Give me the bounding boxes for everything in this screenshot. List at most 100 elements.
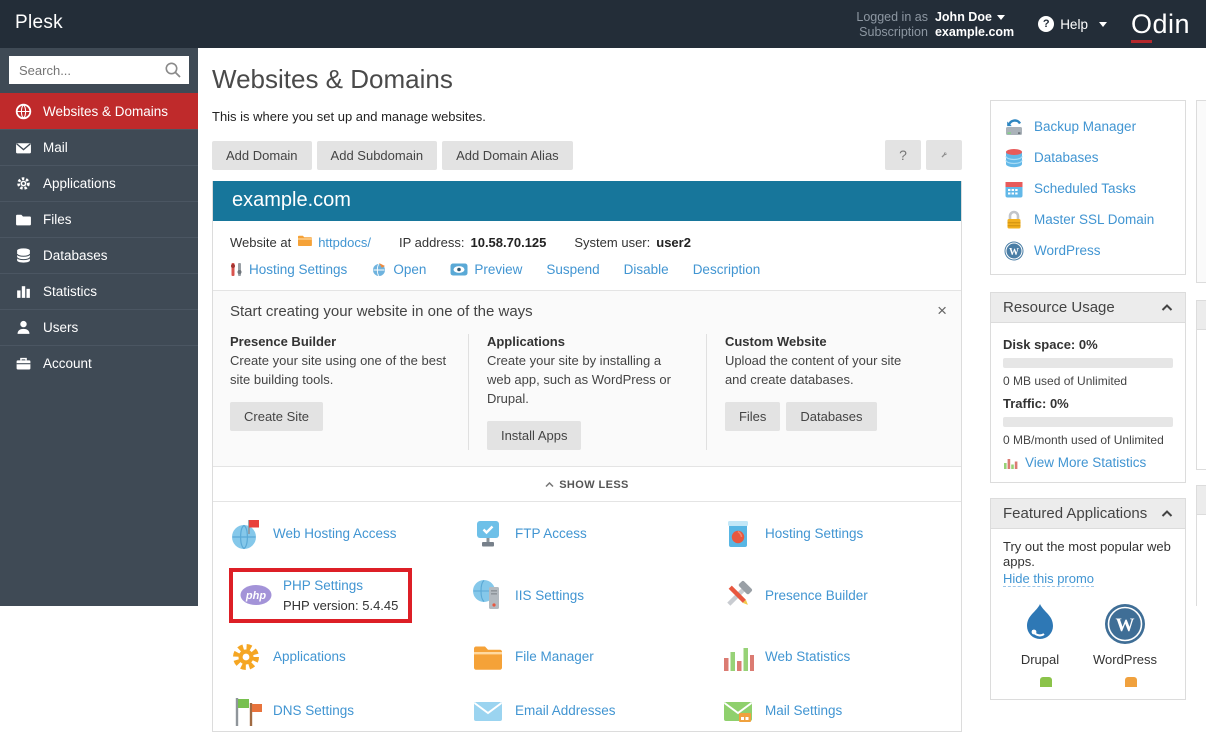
description-link[interactable]: Description xyxy=(693,262,761,277)
caret-down-icon xyxy=(996,14,1005,20)
logged-in-as-label: Logged in as xyxy=(856,9,928,24)
traffic-progressbar xyxy=(1003,417,1173,427)
sidebar-item-files[interactable]: Files xyxy=(0,201,198,237)
cutoff-panel xyxy=(1196,100,1206,283)
left-sidebar: Websites & Domains Mail Applications Fil… xyxy=(0,48,198,606)
traffic-caption: 0 MB/month used of Unlimited xyxy=(1003,433,1164,447)
folder-icon xyxy=(15,211,32,228)
subscription-value[interactable]: example.com xyxy=(935,25,1014,39)
grid-item-web-hosting-access[interactable]: Web Hosting Access xyxy=(229,514,471,554)
featured-app-wordpress[interactable]: W WordPress xyxy=(1093,602,1157,667)
search-icon[interactable] xyxy=(164,61,182,84)
grid-item-php-settings[interactable]: php PHP Settings PHP version: 5.4.45 xyxy=(229,567,471,623)
add-domain-alias-button[interactable]: Add Domain Alias xyxy=(442,140,573,170)
sidebar-item-label: Account xyxy=(43,356,92,371)
traffic-label: Traffic: 0% xyxy=(1003,396,1069,411)
master-ssl-domain-link[interactable]: Master SSL Domain xyxy=(1003,204,1173,235)
disk-space-label: Disk space: 0% xyxy=(1003,337,1098,352)
php-highlight-box: php PHP Settings PHP version: 5.4.45 xyxy=(229,567,413,623)
globe-icon xyxy=(15,103,32,120)
preview-link[interactable]: Preview xyxy=(450,262,522,277)
close-icon[interactable]: × xyxy=(937,301,947,321)
sidebar-item-users[interactable]: Users xyxy=(0,309,198,345)
bar-chart-icon xyxy=(15,283,32,300)
grid-item-email-addresses[interactable]: Email Addresses xyxy=(471,691,721,731)
sidebar-item-label: Applications xyxy=(43,176,116,191)
install-apps-button[interactable]: Install Apps xyxy=(486,420,582,450)
svg-text:php: php xyxy=(245,590,266,602)
grid-item-web-statistics[interactable]: Web Statistics xyxy=(721,637,947,677)
sidebar-item-label: Statistics xyxy=(43,284,98,299)
domain-info-row: Website at httpdocs/ IP address: 10.58.7… xyxy=(213,221,961,250)
featured-applications-header[interactable]: Featured Applications xyxy=(991,499,1185,529)
odin-logo: Odin xyxy=(1130,8,1190,43)
backup-manager-link[interactable]: Backup Manager xyxy=(1003,111,1173,142)
ip-value: 10.58.70.125 xyxy=(470,234,547,250)
cutoff-app-icon xyxy=(1039,677,1052,687)
domain-name-header: example.com xyxy=(213,181,961,221)
envelope-green-icon xyxy=(723,701,753,722)
promo-title: Start creating your website in one of th… xyxy=(230,303,533,320)
flags-icon xyxy=(235,697,262,726)
grid-item-mail-settings[interactable]: Mail Settings xyxy=(721,691,947,731)
wrench-button[interactable] xyxy=(926,140,962,170)
tools-icon xyxy=(727,581,753,606)
hosting-settings-link[interactable]: Hosting Settings xyxy=(230,262,347,277)
wordpress-link[interactable]: W WordPress xyxy=(1003,235,1173,266)
help-button[interactable]: ? xyxy=(885,140,921,170)
databases-link[interactable]: Databases xyxy=(1003,142,1173,173)
resource-usage-header[interactable]: Resource Usage xyxy=(991,293,1185,323)
disk-space-caption: 0 MB used of Unlimited xyxy=(1003,374,1128,388)
featured-app-drupal[interactable]: Drupal xyxy=(1019,602,1061,667)
disable-link[interactable]: Disable xyxy=(624,262,669,277)
sidebar-item-applications[interactable]: Applications xyxy=(0,165,198,201)
sidebar-item-label: Websites & Domains xyxy=(43,104,169,119)
domain-card: example.com Website at httpdocs/ IP addr… xyxy=(212,181,962,732)
add-subdomain-button[interactable]: Add Subdomain xyxy=(316,140,438,170)
grid-item-dns-settings[interactable]: DNS Settings xyxy=(229,691,471,731)
folder-small-icon xyxy=(297,234,313,250)
sliders-icon xyxy=(231,263,242,276)
grid-item-hosting-settings[interactable]: Hosting Settings xyxy=(721,514,947,554)
user-menu[interactable]: John Doe xyxy=(935,10,1014,24)
sidebar-item-label: Databases xyxy=(43,248,108,263)
wordpress-icon: W xyxy=(1104,604,1145,644)
wordpress-icon: W xyxy=(1004,241,1024,260)
grid-item-iis-settings[interactable]: IIS Settings xyxy=(471,568,721,623)
databases-button[interactable]: Databases xyxy=(786,402,877,431)
sidebar-item-websites-domains[interactable]: Websites & Domains xyxy=(0,93,198,129)
chevron-up-icon xyxy=(1161,509,1173,517)
user-icon xyxy=(15,319,32,336)
grid-item-file-manager[interactable]: File Manager xyxy=(471,637,721,677)
envelope-blue-icon xyxy=(473,701,503,721)
sidebar-item-mail[interactable]: Mail xyxy=(0,129,198,165)
files-button[interactable]: Files xyxy=(724,402,781,431)
view-more-statistics-link[interactable]: View More Statistics xyxy=(1025,455,1146,470)
ip-label: IP address: xyxy=(398,234,465,250)
suspend-link[interactable]: Suspend xyxy=(546,262,599,277)
add-domain-button[interactable]: Add Domain xyxy=(212,140,312,170)
help-menu[interactable]: ? Help xyxy=(1038,16,1107,32)
create-site-button[interactable]: Create Site xyxy=(230,402,324,431)
briefcase-icon xyxy=(15,355,32,372)
docroot-link[interactable]: httpdocs/ xyxy=(318,235,371,250)
open-site-link[interactable]: Open xyxy=(371,262,426,277)
promo-col-presence-builder: Presence Builder Create your site using … xyxy=(230,334,468,450)
sidebar-item-statistics[interactable]: Statistics xyxy=(0,273,198,309)
promo-col-applications: Applications Create your site by install… xyxy=(467,334,706,450)
grid-item-presence-builder[interactable]: Presence Builder xyxy=(721,568,947,623)
preview-eye-icon xyxy=(450,263,468,276)
system-user-value: user2 xyxy=(656,234,691,250)
page-subtitle: This is where you set up and manage webs… xyxy=(212,109,486,124)
search-input[interactable] xyxy=(9,56,189,84)
scheduled-tasks-link[interactable]: Scheduled Tasks xyxy=(1003,173,1173,204)
grid-item-ftp-access[interactable]: FTP Access xyxy=(471,514,721,554)
show-less-toggle[interactable]: SHOW LESS xyxy=(545,479,629,491)
sidebar-item-account[interactable]: Account xyxy=(0,345,198,381)
featured-apps-text: Try out the most popular web apps. xyxy=(1003,539,1171,569)
grid-item-applications[interactable]: Applications xyxy=(229,637,471,677)
promo-col-custom-website: Custom Website Upload the content of you… xyxy=(705,334,944,450)
toolbar: Add Domain Add Subdomain Add Domain Alia… xyxy=(212,140,962,170)
sidebar-item-databases[interactable]: Databases xyxy=(0,237,198,273)
hide-promo-link[interactable]: Hide this promo xyxy=(1003,571,1095,587)
